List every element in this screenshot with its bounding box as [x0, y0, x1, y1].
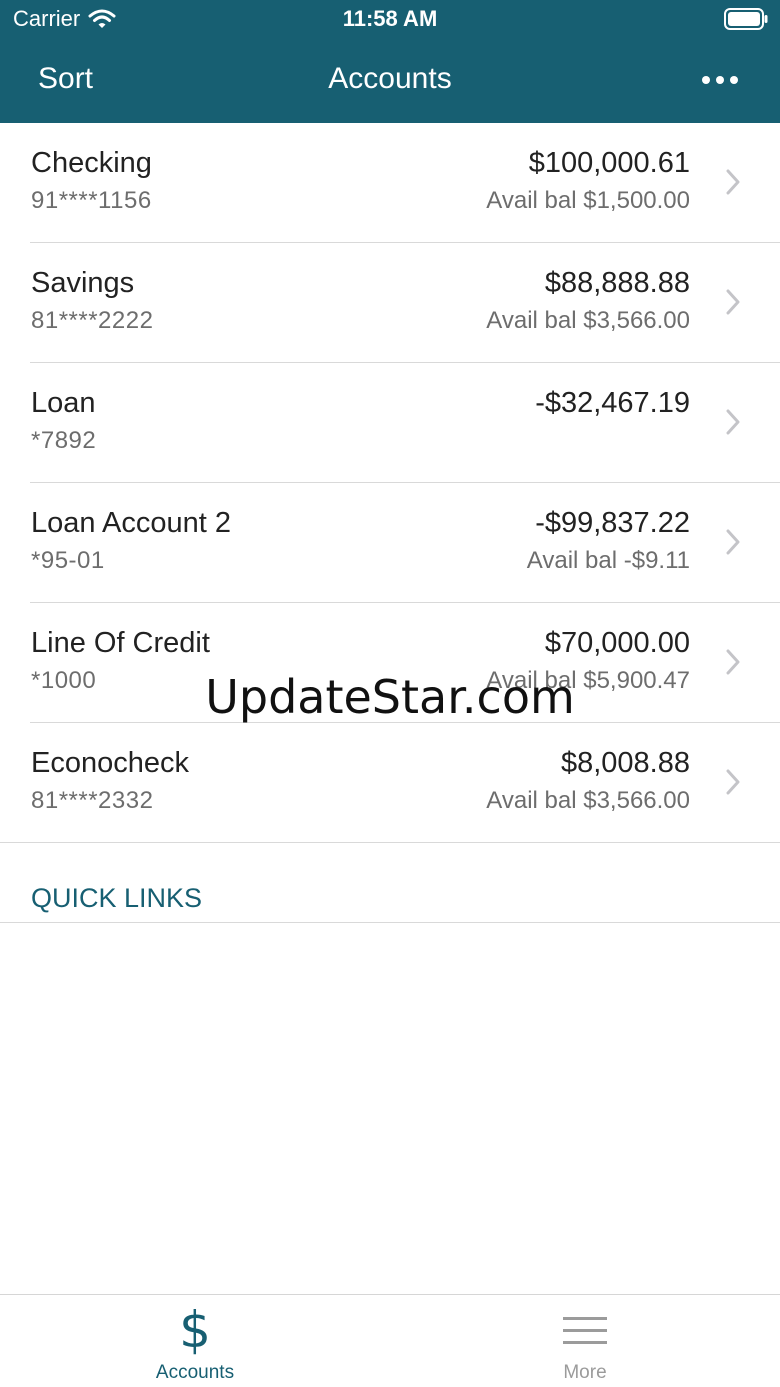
account-balance: -$32,467.19: [535, 387, 690, 419]
page-title: Accounts: [328, 62, 452, 95]
watermark: UpdateStar.com: [205, 670, 575, 724]
chevron-right-icon: [726, 289, 740, 315]
tab-label: More: [563, 1362, 607, 1383]
chevron-right-icon: [726, 409, 740, 435]
status-time: 11:58 AM: [342, 6, 438, 31]
account-name: Checking: [31, 147, 152, 179]
account-balance: $8,008.88: [560, 747, 690, 779]
account-row-econocheck[interactable]: Econocheck 81****2332 $8,008.88 Avail ba…: [0, 723, 780, 843]
tab-accounts[interactable]: $ Accounts: [0, 1295, 390, 1387]
section-divider: [0, 922, 780, 923]
account-balance: $88,888.88: [544, 267, 690, 299]
more-options-icon[interactable]: [700, 70, 740, 90]
account-row-loan[interactable]: Loan *7892 -$32,467.19: [0, 363, 780, 483]
account-number: 81****2332: [31, 787, 154, 814]
quick-links-header: QUICK LINKS: [31, 883, 203, 913]
account-name: Econocheck: [31, 747, 189, 779]
tab-more[interactable]: More: [390, 1295, 780, 1387]
accounts-list: Checking 91****1156 $100,000.61 Avail ba…: [0, 123, 780, 843]
account-available-balance: Avail bal $3,566.00: [486, 787, 690, 814]
svg-text:$: $: [179, 1303, 211, 1355]
tab-label: Accounts: [155, 1362, 235, 1383]
account-row-checking[interactable]: Checking 91****1156 $100,000.61 Avail ba…: [0, 123, 780, 243]
account-number: *7892: [31, 427, 97, 454]
top-bar: Carrier 11:58 AM Sort Accounts: [0, 0, 780, 123]
account-available-balance: Avail bal $3,566.00: [486, 307, 690, 334]
account-available-balance: Avail bal $1,500.00: [486, 187, 690, 214]
account-name: Line Of Credit: [31, 627, 210, 659]
account-number: *95-01: [31, 547, 105, 574]
chevron-right-icon: [726, 169, 740, 195]
account-balance: $100,000.61: [528, 147, 690, 179]
menu-icon: [563, 1317, 607, 1344]
tab-bar: $ Accounts More: [0, 1294, 780, 1387]
quick-links-section: QUICK LINKS: [0, 843, 780, 923]
account-row-savings[interactable]: Savings 81****2222 $88,888.88 Avail bal …: [0, 243, 780, 363]
account-name: Loan Account 2: [31, 507, 231, 539]
dollar-icon: $: [179, 1303, 211, 1355]
account-row-loan-account-2[interactable]: Loan Account 2 *95-01 -$99,837.22 Avail …: [0, 483, 780, 603]
account-balance: $70,000.00: [544, 627, 690, 659]
account-balance: -$99,837.22: [535, 507, 690, 539]
chevron-right-icon: [726, 529, 740, 555]
account-name: Loan: [31, 387, 96, 419]
account-number: 81****2222: [31, 307, 154, 334]
battery-icon: [724, 8, 768, 30]
account-number: 91****1156: [31, 187, 152, 214]
account-available-balance: Avail bal -$9.11: [526, 547, 690, 574]
account-name: Savings: [31, 267, 135, 299]
chevron-right-icon: [726, 769, 740, 795]
